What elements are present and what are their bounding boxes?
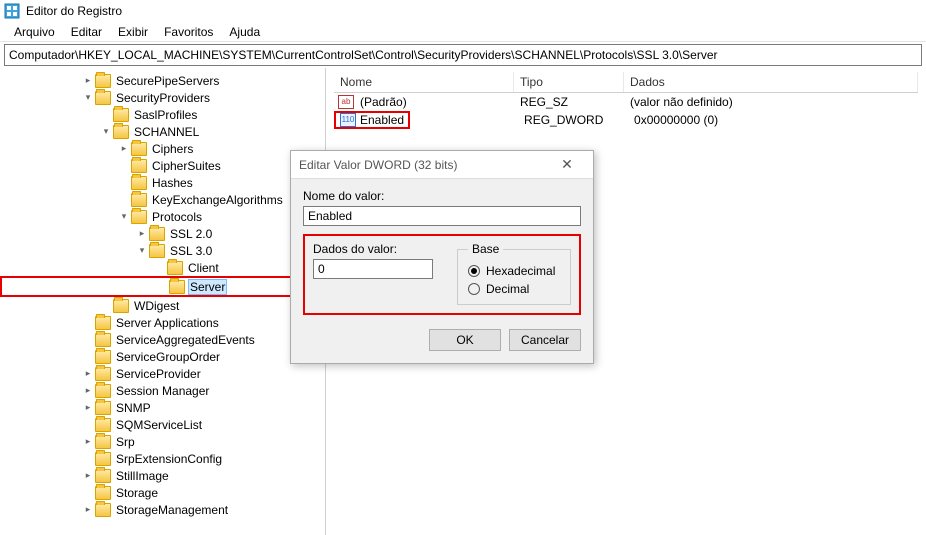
folder-icon [149, 244, 165, 258]
folder-icon [131, 159, 147, 173]
folder-icon [95, 384, 111, 398]
highlight-server: Server [0, 276, 325, 297]
folder-icon [131, 176, 147, 190]
folder-icon [95, 333, 111, 347]
folder-icon [95, 74, 111, 88]
titlebar: Editor do Registro [0, 0, 926, 22]
highlight-enabled: 110 Enabled [334, 111, 410, 129]
tree-item[interactable]: CipherSuites [0, 157, 325, 174]
tree-item[interactable]: ▾SSL 3.0 [0, 242, 325, 259]
tree-item[interactable]: ▾SecurityProviders [0, 89, 325, 106]
name-label: Nome do valor: [303, 189, 581, 203]
tree-item[interactable]: WDigest [0, 297, 325, 314]
dialog-title-text: Editar Valor DWORD (32 bits) [299, 158, 457, 172]
address-bar[interactable]: Computador\HKEY_LOCAL_MACHINE\SYSTEM\Cur… [4, 44, 922, 66]
folder-icon [95, 401, 111, 415]
tree-item[interactable]: ▸Ciphers [0, 140, 325, 157]
menubar: Arquivo Editar Exibir Favoritos Ajuda [0, 22, 926, 42]
folder-icon [95, 350, 111, 364]
name-input[interactable] [303, 206, 581, 226]
col-type[interactable]: Tipo [514, 72, 624, 92]
tree-item[interactable]: Storage [0, 484, 325, 501]
folder-icon [95, 435, 111, 449]
folder-icon [113, 299, 129, 313]
tree-item[interactable]: ▸SSL 2.0 [0, 225, 325, 242]
tree-item[interactable]: SaslProfiles [0, 106, 325, 123]
folder-icon [131, 210, 147, 224]
folder-icon [95, 418, 111, 432]
tree-item[interactable]: ▸Srp [0, 433, 325, 450]
folder-icon [95, 91, 111, 105]
menu-file[interactable]: Arquivo [6, 23, 63, 41]
menu-help[interactable]: Ajuda [221, 23, 268, 41]
folder-icon [131, 193, 147, 207]
value-row-enabled[interactable]: 110 Enabled REG_DWORD 0x00000000 (0) [334, 111, 918, 129]
base-fieldset: Base Hexadecimal Decimal [457, 242, 571, 305]
folder-icon [95, 316, 111, 330]
radio-icon [468, 265, 480, 277]
folder-icon [131, 142, 147, 156]
cancel-button[interactable]: Cancelar [509, 329, 581, 351]
menu-view[interactable]: Exibir [110, 23, 156, 41]
folder-icon [149, 227, 165, 241]
tree-item[interactable]: Hashes [0, 174, 325, 191]
tree-item[interactable]: ▾Protocols [0, 208, 325, 225]
tree-item[interactable]: ▸StillImage [0, 467, 325, 484]
tree-item[interactable]: ▸SecurePipeServers [0, 72, 325, 89]
tree-panel[interactable]: ▸SecurePipeServers ▾SecurityProviders Sa… [0, 68, 326, 535]
tree-item[interactable]: ▸StorageManagement [0, 501, 325, 518]
edit-dword-dialog: Editar Valor DWORD (32 bits) ✕ Nome do v… [290, 150, 594, 364]
tree-item[interactable]: Client [0, 259, 325, 276]
dword-value-icon: 110 [340, 113, 356, 127]
tree-item[interactable]: ▸ServiceProvider [0, 365, 325, 382]
folder-icon [95, 469, 111, 483]
tree-item[interactable]: ▾SCHANNEL [0, 123, 325, 140]
address-text: Computador\HKEY_LOCAL_MACHINE\SYSTEM\Cur… [9, 48, 718, 62]
dialog-titlebar[interactable]: Editar Valor DWORD (32 bits) ✕ [291, 151, 593, 179]
tree-item[interactable]: ▸SNMP [0, 399, 325, 416]
folder-icon [113, 125, 129, 139]
menu-favorites[interactable]: Favoritos [156, 23, 221, 41]
radio-dec[interactable]: Decimal [468, 282, 560, 296]
base-legend: Base [468, 242, 503, 256]
tree-item[interactable]: ▸Session Manager [0, 382, 325, 399]
folder-icon [95, 367, 111, 381]
window-title: Editor do Registro [26, 4, 122, 18]
col-name[interactable]: Nome [334, 72, 514, 92]
ok-button[interactable]: OK [429, 329, 501, 351]
menu-edit[interactable]: Editar [63, 23, 110, 41]
tree-item[interactable]: SQMServiceList [0, 416, 325, 433]
regedit-icon [4, 3, 20, 19]
folder-icon [169, 280, 185, 294]
tree-item[interactable]: ServiceGroupOrder [0, 348, 325, 365]
string-value-icon: ab [338, 95, 354, 109]
folder-icon [113, 108, 129, 122]
folder-icon [95, 486, 111, 500]
tree-item[interactable]: ServiceAggregatedEvents [0, 331, 325, 348]
folder-icon [167, 261, 183, 275]
tree-item[interactable]: KeyExchangeAlgorithms [0, 191, 325, 208]
radio-hex[interactable]: Hexadecimal [468, 264, 560, 278]
data-input[interactable] [313, 259, 433, 279]
folder-icon [95, 503, 111, 517]
value-row-default[interactable]: ab (Padrão) REG_SZ (valor não definido) [334, 93, 918, 111]
list-header: Nome Tipo Dados [334, 72, 918, 93]
folder-icon [95, 452, 111, 466]
data-label: Dados do valor: [313, 242, 433, 256]
col-data[interactable]: Dados [624, 72, 918, 92]
radio-icon [468, 283, 480, 295]
tree-item[interactable]: Server Applications [0, 314, 325, 331]
highlight-value-base: Dados do valor: Base Hexadecimal Decimal [303, 234, 581, 315]
tree-item[interactable]: SrpExtensionConfig [0, 450, 325, 467]
close-icon[interactable]: ✕ [549, 156, 585, 173]
